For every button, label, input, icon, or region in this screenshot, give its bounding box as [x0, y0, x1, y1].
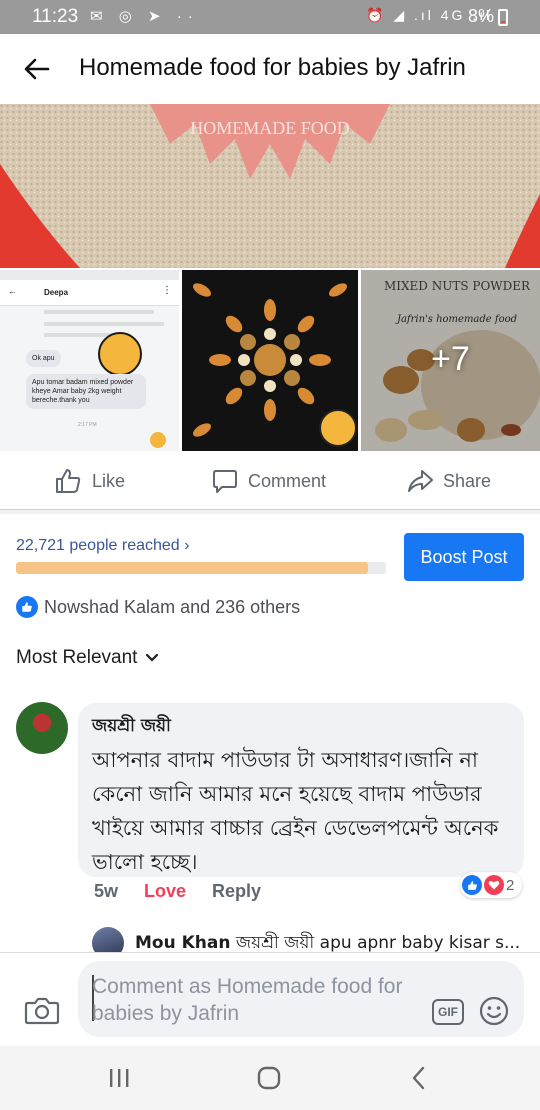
emoji-icon[interactable] [478, 995, 510, 1027]
comment-composer: Comment as Homemade food for babies by J… [0, 952, 540, 1046]
mini-faint-line [44, 322, 164, 326]
comment-meta: 5w Love Reply [94, 881, 261, 902]
system-nav-bar [0, 1046, 540, 1110]
comment-author[interactable]: জয়শ্রী জয়ী [92, 713, 510, 741]
mini-chat-name: Deepa [44, 288, 69, 297]
comment-time: 5w [94, 881, 119, 901]
photo-grid: ← Deepa ⋮ Ok apu Apu tomar badam mixed p… [0, 270, 540, 451]
reply-button[interactable]: Reply [212, 881, 261, 902]
post-photo-more[interactable]: MIXED NUTS POWDER Jafrin's homemade food… [361, 270, 540, 451]
post-photo-main[interactable]: HOMEMADE FOOD [0, 104, 540, 268]
speech-bubble-icon [213, 470, 237, 493]
like-button[interactable]: Like [54, 466, 125, 496]
comment-text: আপনার বাদাম পাউডার টা অসাধারণ।জানি না কে… [92, 748, 499, 874]
boost-post-button[interactable]: Boost Post [404, 533, 524, 581]
people-reached-link[interactable]: 22,721 people reached › [16, 537, 189, 555]
battery-icon [498, 9, 508, 26]
mini-chat-time: 2:17 PM [78, 422, 97, 428]
emoji-sticker-icon [150, 432, 166, 448]
sort-label: Most Relevant [16, 647, 138, 668]
mini-faint-line [44, 333, 114, 337]
post-actions: Like Comment Share [0, 452, 540, 510]
reaction-count: 2 [506, 876, 515, 894]
comment-reactions-badge[interactable]: 2 [460, 872, 523, 898]
mini-status-bar [0, 270, 179, 280]
status-bar: 11:23 ✉ ◎ ➤ ·· ⏰ ◢ .ıl 4G .ıl 8% [0, 0, 540, 34]
thumbs-up-icon [56, 469, 81, 493]
thumb-title-text: MIXED NUTS POWDER [384, 279, 531, 293]
hero-logo-text: HOMEMADE FOOD [190, 118, 350, 138]
mini-faint-line [44, 310, 154, 314]
share-arrow-icon [408, 470, 433, 492]
comment-sort-dropdown[interactable]: Most Relevant [16, 647, 159, 669]
chevron-down-icon [146, 653, 159, 662]
back-icon[interactable] [404, 1064, 434, 1092]
heart-reaction-icon [484, 875, 504, 895]
people-reached-text: 22,721 people reached [16, 537, 180, 554]
commenter-avatar[interactable] [16, 702, 68, 754]
comment-placeholder: Comment as Homemade food for babies by J… [92, 975, 403, 1025]
notification-icons: ✉ ◎ ➤ ·· [90, 8, 199, 25]
mini-message-bubble: Apu tomar badam mixed powder kheye Amar … [26, 374, 146, 409]
comment-label: Comment [248, 470, 327, 491]
camera-icon[interactable] [24, 995, 60, 1025]
reply-author: Mou Khan [135, 933, 231, 953]
reactions-summary[interactable]: Nowshad Kalam and 236 others [16, 596, 300, 618]
battery-percent: 8% [468, 6, 495, 26]
reply-text: জয়শ্রী জয়ী apu apnr baby kisar s... [235, 933, 521, 953]
chevron-right-icon: › [184, 537, 190, 554]
page-title: Homemade food for babies by Jafrin [79, 54, 466, 81]
section-divider [0, 510, 540, 514]
love-reaction-button[interactable]: Love [144, 881, 186, 902]
comment-button[interactable]: Comment [212, 466, 326, 496]
reach-progress-bar [16, 562, 386, 574]
comment-bubble[interactable]: জয়শ্রী জয়ী আপনার বাদাম পাউডার টা অসাধা… [78, 703, 524, 877]
post-photo-nuts[interactable] [182, 270, 358, 451]
jafrin-logo-icon [98, 332, 142, 376]
share-label: Share [443, 470, 492, 491]
back-arrow-icon[interactable] [22, 54, 52, 84]
recent-apps-icon[interactable] [104, 1064, 134, 1092]
more-photos-count[interactable]: +7 [431, 340, 470, 379]
mini-chat-header: ← Deepa ⋮ [0, 280, 179, 306]
like-reaction-icon [16, 596, 38, 618]
home-icon[interactable] [254, 1064, 284, 1092]
thumb-sub-text: Jafrin's homemade food [395, 314, 517, 325]
page-header: Homemade food for babies by Jafrin [0, 34, 540, 104]
nuts-arrangement-image [182, 270, 358, 451]
mini-menu-icon: ⋮ [162, 285, 172, 296]
like-reaction-icon [462, 875, 482, 895]
mini-back-icon: ← [8, 286, 17, 296]
gif-button[interactable]: GIF [432, 999, 464, 1025]
mini-reply-bubble: Ok apu [26, 350, 61, 367]
reach-progress-fill [16, 562, 368, 574]
reactions-text: Nowshad Kalam and 236 others [44, 596, 301, 617]
post-photo-chat-screenshot[interactable]: ← Deepa ⋮ Ok apu Apu tomar badam mixed p… [0, 270, 179, 451]
comment-input[interactable]: Comment as Homemade food for babies by J… [78, 961, 524, 1037]
jafrin-logo-icon [319, 409, 357, 447]
like-label: Like [92, 470, 126, 491]
status-time: 11:23 [32, 6, 79, 27]
nut-powder-image: HOMEMADE FOOD [0, 104, 540, 268]
share-button[interactable]: Share [407, 466, 491, 496]
